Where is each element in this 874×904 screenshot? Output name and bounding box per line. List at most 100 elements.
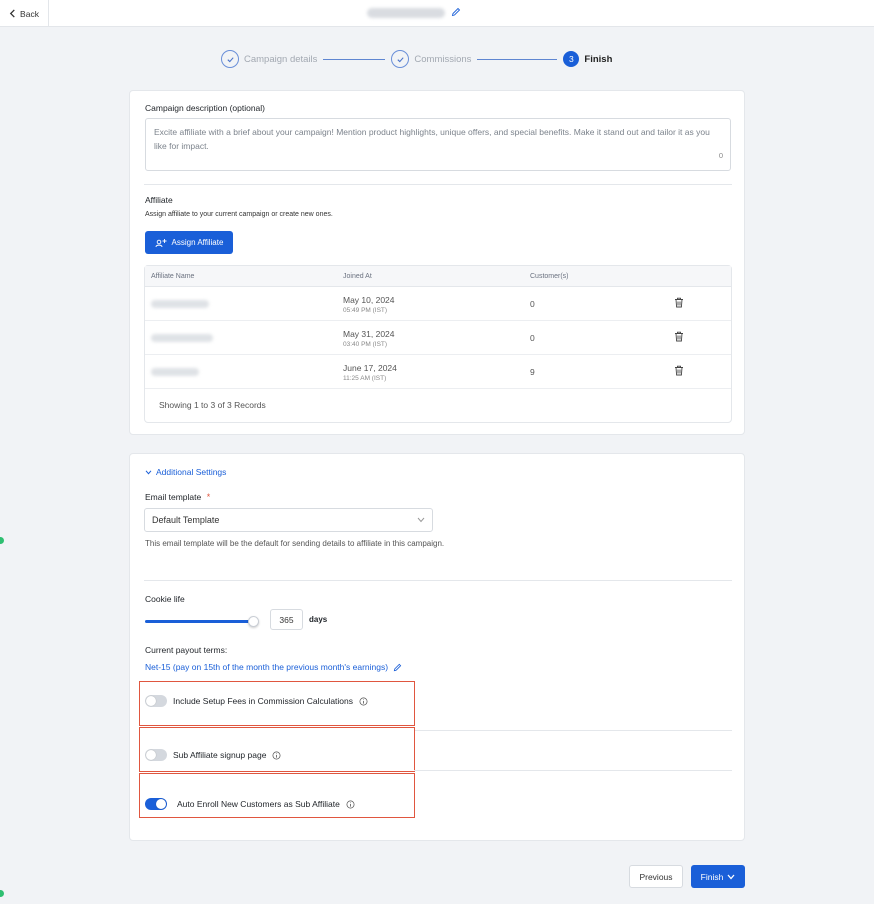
records-summary: Showing 1 to 3 of 3 Records bbox=[159, 400, 266, 410]
table-header: Affiliate Name Joined At Customer(s) bbox=[145, 266, 731, 287]
sub-affiliate-signup-toggle[interactable] bbox=[145, 749, 167, 761]
step-finish[interactable]: 3 Finish bbox=[563, 51, 612, 67]
customer-count: 0 bbox=[530, 299, 535, 309]
chevron-down-icon bbox=[417, 517, 425, 523]
trash-icon[interactable] bbox=[674, 331, 684, 342]
sub-affiliate-signup-label: Sub Affiliate signup page bbox=[173, 750, 267, 760]
table-row[interactable]: May 31, 2024 03:40 PM (IST) 0 bbox=[145, 321, 731, 355]
affiliate-name-redacted bbox=[151, 300, 209, 308]
joined-date: May 31, 2024 03:40 PM (IST) bbox=[343, 329, 395, 350]
cookie-life-input[interactable]: 365 bbox=[270, 609, 303, 630]
payout-terms-label: Current payout terms: bbox=[145, 645, 228, 655]
setup-fees-toggle[interactable] bbox=[145, 695, 167, 707]
additional-settings-label: Additional Settings bbox=[156, 467, 227, 477]
trash-icon[interactable] bbox=[674, 297, 684, 308]
email-template-label-wrap: Email template * bbox=[145, 492, 210, 502]
chevron-down-icon bbox=[727, 874, 735, 879]
setup-fees-row: Include Setup Fees in Commission Calcula… bbox=[145, 695, 368, 707]
finish-button[interactable]: Finish bbox=[691, 865, 745, 888]
side-indicator bbox=[0, 537, 4, 544]
pencil-icon[interactable] bbox=[451, 7, 461, 19]
email-template-value: Default Template bbox=[152, 515, 220, 525]
step-label: Commissions bbox=[414, 53, 472, 65]
column-header-name: Affiliate Name bbox=[151, 273, 195, 280]
divider bbox=[144, 184, 732, 185]
affiliate-name-redacted bbox=[151, 368, 199, 376]
cookie-life-slider[interactable] bbox=[145, 615, 259, 627]
auto-enroll-label: Auto Enroll New Customers as Sub Affilia… bbox=[177, 799, 340, 809]
chevron-left-icon bbox=[9, 9, 15, 18]
divider bbox=[414, 730, 732, 731]
info-icon[interactable] bbox=[346, 800, 355, 809]
info-icon[interactable] bbox=[272, 751, 281, 760]
step-connector bbox=[323, 58, 386, 60]
check-icon bbox=[391, 50, 410, 68]
slider-handle[interactable] bbox=[248, 616, 259, 627]
affiliate-table: Affiliate Name Joined At Customer(s) May… bbox=[144, 265, 732, 423]
affiliate-title: Affiliate bbox=[145, 195, 173, 205]
chevron-down-icon bbox=[145, 470, 152, 475]
previous-label: Previous bbox=[639, 871, 673, 882]
previous-button[interactable]: Previous bbox=[629, 865, 683, 888]
side-indicator bbox=[0, 890, 4, 897]
joined-date: June 17, 2024 11:25 AM (IST) bbox=[343, 363, 397, 384]
email-template-select[interactable]: Default Template bbox=[144, 508, 433, 532]
char-count: 0 bbox=[718, 151, 723, 160]
required-mark: * bbox=[206, 492, 211, 502]
table-row[interactable]: May 10, 2024 05:49 PM (IST) 0 bbox=[145, 287, 731, 321]
divider bbox=[414, 770, 732, 771]
email-template-help: This email template will be the default … bbox=[145, 539, 445, 548]
campaign-title bbox=[367, 7, 461, 19]
campaign-name-redacted bbox=[367, 8, 445, 18]
column-header-joined: Joined At bbox=[343, 273, 372, 280]
back-label: Back bbox=[20, 8, 39, 19]
affiliate-name-redacted bbox=[151, 334, 213, 342]
step-number: 3 bbox=[563, 51, 580, 67]
description-textarea[interactable]: Excite affiliate with a brief about your… bbox=[145, 118, 731, 171]
description-placeholder: Excite affiliate with a brief about your… bbox=[154, 127, 710, 151]
top-bar: Back bbox=[0, 0, 874, 27]
trash-icon[interactable] bbox=[674, 365, 684, 376]
customer-count: 0 bbox=[530, 333, 535, 343]
back-button[interactable]: Back bbox=[0, 0, 49, 27]
highlight-box bbox=[139, 773, 415, 818]
joined-time: 05:49 PM (IST) bbox=[343, 307, 388, 314]
joined-date-text: May 10, 2024 bbox=[343, 295, 395, 305]
sub-affiliate-signup-row: Sub Affiliate signup page bbox=[145, 749, 281, 761]
slider-track bbox=[145, 620, 253, 623]
cookie-unit: days bbox=[309, 615, 328, 624]
info-icon[interactable] bbox=[359, 697, 368, 706]
cookie-life-label: Cookie life bbox=[145, 594, 185, 604]
email-template-label: Email template bbox=[145, 492, 202, 502]
auto-enroll-row: Auto Enroll New Customers as Sub Affilia… bbox=[145, 798, 355, 810]
additional-settings-card: Additional Settings Email template * Def… bbox=[129, 453, 745, 841]
affiliate-subtitle: Assign affiliate to your current campaig… bbox=[145, 211, 333, 218]
assign-affiliate-button[interactable]: Assign Affiliate bbox=[145, 231, 233, 254]
description-label: Campaign description (optional) bbox=[145, 103, 266, 113]
joined-date-text: May 31, 2024 bbox=[343, 329, 395, 339]
setup-fees-label: Include Setup Fees in Commission Calcula… bbox=[173, 696, 354, 706]
finish-label: Finish bbox=[700, 871, 724, 882]
auto-enroll-toggle[interactable] bbox=[145, 798, 167, 810]
pencil-icon bbox=[393, 663, 402, 671]
divider bbox=[144, 580, 732, 581]
progress-stepper: Campaign details Commissions 3 Finish bbox=[221, 49, 612, 69]
customer-count: 9 bbox=[530, 367, 535, 377]
check-icon bbox=[221, 50, 239, 68]
joined-date-text: June 17, 2024 bbox=[343, 363, 397, 373]
joined-time: 11:25 AM (IST) bbox=[343, 375, 387, 382]
additional-settings-toggle[interactable]: Additional Settings bbox=[145, 467, 226, 477]
assign-affiliate-label: Assign Affiliate bbox=[171, 238, 224, 247]
add-users-icon bbox=[155, 238, 167, 247]
step-commissions[interactable]: Commissions bbox=[391, 50, 471, 68]
step-campaign-details[interactable]: Campaign details bbox=[221, 50, 317, 68]
joined-date: May 10, 2024 05:49 PM (IST) bbox=[343, 295, 395, 316]
payout-terms-link[interactable]: Net-15 (pay on 15th of the month the pre… bbox=[145, 662, 402, 672]
payout-terms-value: Net-15 (pay on 15th of the month the pre… bbox=[145, 662, 389, 672]
step-label: Finish bbox=[584, 53, 613, 65]
joined-time: 03:40 PM (IST) bbox=[343, 341, 388, 348]
column-header-customers: Customer(s) bbox=[530, 273, 569, 280]
step-label: Campaign details bbox=[244, 53, 318, 65]
campaign-details-card: Campaign description (optional) Excite a… bbox=[129, 90, 745, 435]
table-row[interactable]: June 17, 2024 11:25 AM (IST) 9 bbox=[145, 355, 731, 389]
